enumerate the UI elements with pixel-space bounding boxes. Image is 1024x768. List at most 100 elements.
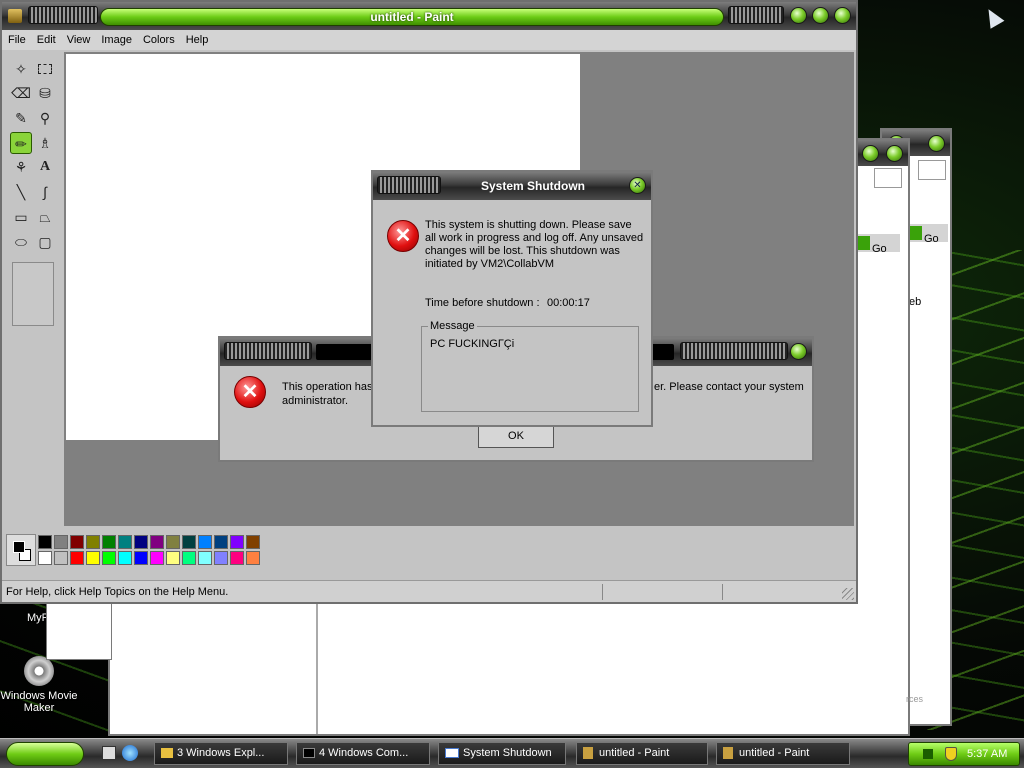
maximize-button[interactable] xyxy=(812,7,829,24)
error-text-right: er. Please contact your system xyxy=(654,381,804,393)
console-icon xyxy=(303,748,315,759)
side-panel: eb xyxy=(908,256,946,476)
status-separator xyxy=(722,584,723,600)
palette-swatch[interactable] xyxy=(198,535,212,549)
titlebar-grip-left xyxy=(224,342,312,360)
ok-button[interactable]: OK xyxy=(478,426,554,448)
tool-options-box[interactable] xyxy=(12,262,54,326)
partial-window[interactable] xyxy=(46,596,112,660)
brush-icon[interactable]: ♗ xyxy=(34,132,56,154)
resize-grip-icon[interactable] xyxy=(842,588,854,600)
palette-swatch[interactable] xyxy=(134,551,148,565)
address-go-button[interactable]: Go xyxy=(908,224,948,245)
desktop-icon-label: Windows Movie Maker xyxy=(0,690,78,714)
menu-edit[interactable]: Edit xyxy=(31,30,61,46)
menu-file[interactable]: File xyxy=(2,30,31,46)
palette-swatch[interactable] xyxy=(134,535,148,549)
palette-swatch[interactable] xyxy=(38,551,52,565)
close-button[interactable] xyxy=(928,135,945,152)
free-select-icon[interactable]: ✧ xyxy=(10,58,32,80)
fill-bucket-icon[interactable]: ⛁ xyxy=(34,82,56,104)
taskbar-button-paint-2[interactable]: untitled - Paint xyxy=(716,742,850,765)
palette-swatch[interactable] xyxy=(230,551,244,565)
text-icon[interactable]: A xyxy=(34,156,56,178)
polygon-icon[interactable]: ⏢ xyxy=(34,206,56,228)
palette-swatch[interactable] xyxy=(70,551,84,565)
paint-titlebar[interactable]: untitled - Paint xyxy=(2,2,856,30)
internet-explorer-icon[interactable] xyxy=(122,745,138,761)
palette-swatch[interactable] xyxy=(230,535,244,549)
eraser-icon[interactable]: ⌫ xyxy=(10,82,32,104)
palette-swatch[interactable] xyxy=(214,551,228,565)
menu-view[interactable]: View xyxy=(61,30,96,46)
error-text-line2: administrator. xyxy=(282,395,349,407)
ellipse-icon[interactable]: ⬭ xyxy=(10,231,32,253)
minimize-button[interactable] xyxy=(790,7,807,24)
palette-swatch[interactable] xyxy=(118,535,132,549)
palette-swatch[interactable] xyxy=(86,551,100,565)
palette-swatch[interactable] xyxy=(54,551,68,565)
paint-app-icon xyxy=(8,9,22,23)
close-button[interactable]: ✕ xyxy=(629,177,646,194)
folder-icon xyxy=(161,748,173,759)
palette-swatch[interactable] xyxy=(54,535,68,549)
shutdown-titlebar[interactable]: System Shutdown ✕ xyxy=(373,172,651,200)
rounded-rectangle-icon[interactable]: ▢ xyxy=(34,231,56,253)
line-icon[interactable]: ╲ xyxy=(10,181,32,203)
go-arrow-icon xyxy=(858,236,870,250)
taskbar-button-windows-explorer[interactable]: 3 Windows Expl... xyxy=(154,742,288,765)
taskbar: 3 Windows Expl... 4 Windows Com... Syste… xyxy=(0,738,1024,768)
taskbar-button-command-prompt[interactable]: 4 Windows Com... xyxy=(296,742,430,765)
shield-icon[interactable] xyxy=(945,747,957,761)
rectangle-icon[interactable]: ▭ xyxy=(10,206,32,228)
palette-swatch[interactable] xyxy=(102,551,116,565)
desktop-icon-windows-movie-maker[interactable]: Windows Movie Maker xyxy=(0,656,78,714)
palette-swatch[interactable] xyxy=(102,535,116,549)
minimize-button[interactable] xyxy=(862,145,879,162)
palette-swatch[interactable] xyxy=(70,535,84,549)
palette-swatch[interactable] xyxy=(198,551,212,565)
palette-swatch[interactable] xyxy=(86,535,100,549)
network-icon[interactable] xyxy=(923,749,933,759)
menu-image[interactable]: Image xyxy=(95,30,137,46)
palette-swatch[interactable] xyxy=(166,535,180,549)
message-group-text: PC FUCKINGГÇi xyxy=(430,338,515,350)
close-icon: ✕ xyxy=(633,180,642,191)
time-label: Time before shutdown : xyxy=(425,297,540,309)
titlebar-grip-left xyxy=(28,6,98,24)
message-group-label: Message xyxy=(428,320,477,332)
magnifier-icon[interactable]: ⚲ xyxy=(34,107,56,129)
error-text-left: This operation has xyxy=(282,381,373,393)
palette-swatch[interactable] xyxy=(182,535,196,549)
maximize-button[interactable] xyxy=(886,145,903,162)
palette-swatch[interactable] xyxy=(246,535,260,549)
palette-swatch[interactable] xyxy=(166,551,180,565)
rect-select-icon[interactable] xyxy=(34,58,56,80)
start-button[interactable] xyxy=(6,742,84,766)
toolbox: ✧ ⌫ ⛁ ✎ ⚲ ✏ ♗ ⚘ A ╲ ∫ ▭ ⏢ ⬭ ▢ xyxy=(6,54,60,526)
palette-swatch[interactable] xyxy=(246,551,260,565)
show-desktop-icon[interactable] xyxy=(102,746,116,760)
color-picker-icon[interactable]: ✎ xyxy=(10,107,32,129)
palette-swatch[interactable] xyxy=(182,551,196,565)
taskbar-button-paint-1[interactable]: untitled - Paint xyxy=(576,742,708,765)
close-button[interactable] xyxy=(790,343,807,360)
windows-logo-icon xyxy=(874,168,902,188)
palette-swatch[interactable] xyxy=(38,535,52,549)
palette-swatch[interactable] xyxy=(150,535,164,549)
current-colors[interactable] xyxy=(6,534,36,566)
palette-swatch[interactable] xyxy=(150,551,164,565)
address-go-button[interactable]: Go xyxy=(856,234,900,255)
menu-help[interactable]: Help xyxy=(180,30,214,46)
close-button[interactable] xyxy=(834,7,851,24)
taskbar-button-system-shutdown[interactable]: System Shutdown xyxy=(438,742,566,765)
palette-swatch[interactable] xyxy=(214,535,228,549)
curve-icon[interactable]: ∫ xyxy=(34,181,56,203)
pencil-icon[interactable]: ✏ xyxy=(10,132,32,154)
menu-colors[interactable]: Colors xyxy=(137,30,180,46)
airbrush-icon[interactable]: ⚘ xyxy=(10,156,32,178)
palette-swatch[interactable] xyxy=(118,551,132,565)
paint-title: untitled - Paint xyxy=(100,8,724,26)
system-shutdown-dialog[interactable]: System Shutdown ✕ ✕ This system is shutt… xyxy=(371,170,653,427)
clock[interactable]: 5:37 AM xyxy=(967,748,1007,760)
